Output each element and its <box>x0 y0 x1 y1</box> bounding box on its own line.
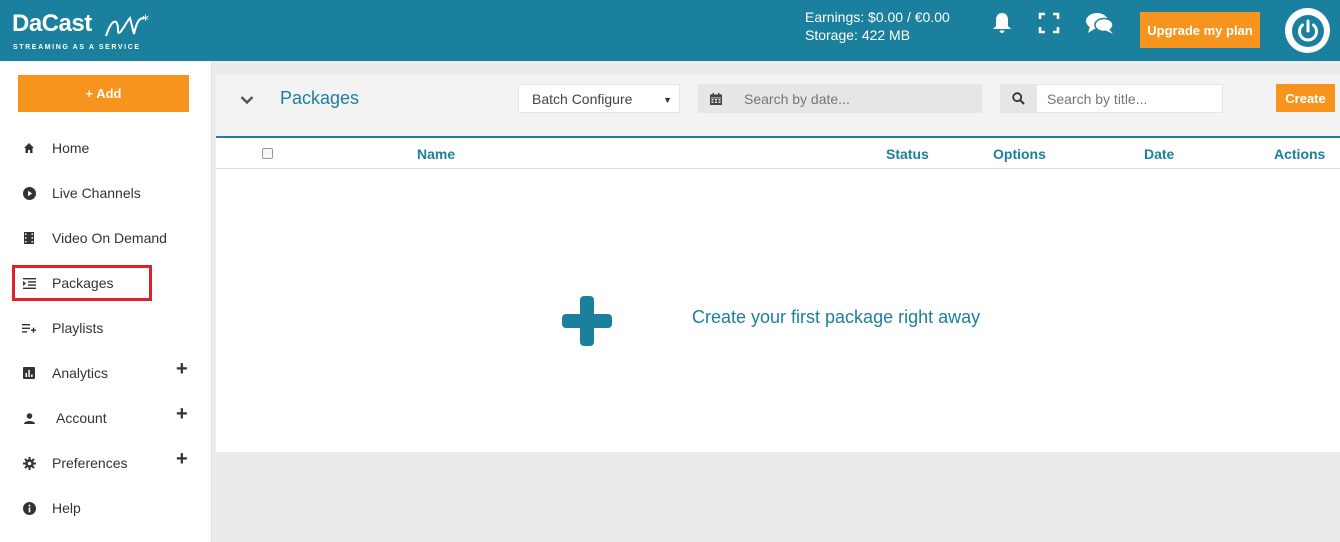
page-title: Packages <box>280 88 360 108</box>
sidebar-item-label: Packages <box>52 275 114 291</box>
logo-swirl-icon: * <box>105 13 149 37</box>
film-icon <box>22 231 36 245</box>
sidebar-item-label: Analytics <box>52 365 109 381</box>
logo-text: DaCast <box>12 10 92 37</box>
sidebar-item-label: Help <box>52 500 81 516</box>
sidebar-item-label: Playlists <box>52 320 104 336</box>
sidebar-item-label: Video On Demand <box>52 230 167 246</box>
playlist-add-icon <box>22 321 36 335</box>
earnings-text: Earnings: $0.00 / €0.00 <box>805 9 950 25</box>
sidebar: + Add Home Live Channels Video On Demand <box>0 61 212 542</box>
sidebar-item-label: Live Channels <box>52 185 141 201</box>
svg-text:*: * <box>142 13 149 29</box>
top-bar: DaCast * STREAMING AS A SERVICE Earnings… <box>0 0 1340 61</box>
calendar-icon[interactable] <box>698 84 734 113</box>
sidebar-item-home[interactable]: Home <box>0 130 211 166</box>
chat-icon[interactable] <box>1085 11 1114 37</box>
search-icon[interactable] <box>1000 84 1036 113</box>
column-date[interactable]: Date <box>1144 146 1174 162</box>
sidebar-item-live-channels[interactable]: Live Channels <box>0 175 211 211</box>
packages-panel-header: Packages Batch Configure ▼ Create <box>216 74 1340 138</box>
bell-icon[interactable] <box>990 11 1016 37</box>
expand-analytics-icon[interactable]: + <box>176 359 188 379</box>
fullscreen-icon[interactable] <box>1037 11 1063 37</box>
date-search-input[interactable] <box>734 84 974 113</box>
sidebar-item-preferences[interactable]: Preferences + <box>0 445 211 481</box>
column-options[interactable]: Options <box>993 146 1046 162</box>
upgrade-plan-button[interactable]: Upgrade my plan <box>1140 12 1260 48</box>
expand-preferences-icon[interactable]: + <box>176 449 188 469</box>
sidebar-item-account[interactable]: Account + <box>0 400 211 436</box>
batch-configure-value: Batch Configure <box>532 90 633 107</box>
dacast-logo[interactable]: DaCast * STREAMING AS A SERVICE <box>12 10 152 54</box>
create-button[interactable]: Create <box>1276 84 1335 112</box>
sidebar-item-playlists[interactable]: Playlists <box>0 310 211 346</box>
user-icon <box>22 411 36 425</box>
power-icon[interactable] <box>1285 8 1330 53</box>
packages-icon <box>22 276 36 290</box>
column-name[interactable]: Name <box>417 146 455 162</box>
date-search <box>698 84 982 113</box>
add-package-plus-icon[interactable] <box>562 296 612 346</box>
bar-chart-icon <box>22 366 36 380</box>
sidebar-item-label: Account <box>56 410 107 426</box>
sidebar-item-label: Home <box>52 140 90 156</box>
sidebar-item-help[interactable]: Help <box>0 490 211 526</box>
storage-text: Storage: 422 MB <box>805 27 911 43</box>
expand-account-icon[interactable]: + <box>176 404 188 424</box>
logo-tagline: STREAMING AS A SERVICE <box>13 44 141 51</box>
home-icon <box>22 141 36 155</box>
sidebar-item-label: Preferences <box>52 455 128 471</box>
empty-state-message[interactable]: Create your first package right away <box>692 307 980 328</box>
column-actions[interactable]: Actions <box>1274 146 1325 162</box>
gear-icon <box>22 456 36 470</box>
info-icon <box>22 501 36 515</box>
title-search <box>1000 84 1223 113</box>
batch-configure-select[interactable]: Batch Configure ▼ <box>518 84 680 113</box>
empty-state: Create your first package right away <box>216 169 1340 452</box>
account-stats: Earnings: $0.00 / €0.00 Storage: 422 MB <box>805 8 950 44</box>
title-search-input[interactable] <box>1036 84 1223 113</box>
select-all-checkbox[interactable] <box>262 148 273 159</box>
sidebar-item-video-on-demand[interactable]: Video On Demand <box>0 220 211 256</box>
add-button[interactable]: + Add <box>18 75 189 112</box>
sidebar-item-analytics[interactable]: Analytics + <box>0 355 211 391</box>
column-status[interactable]: Status <box>886 146 929 162</box>
sidebar-item-packages[interactable]: Packages <box>0 265 211 301</box>
packages-table-header: Name Status Options Date Actions <box>216 138 1340 169</box>
play-circle-icon <box>22 186 36 200</box>
caret-down-icon: ▼ <box>663 95 672 105</box>
chevron-down-icon[interactable] <box>240 92 254 110</box>
